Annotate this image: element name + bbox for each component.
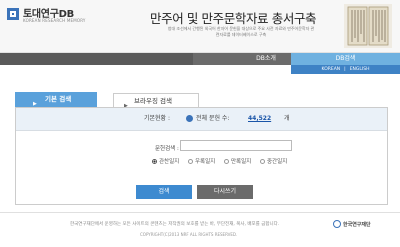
nav-left-strip (0, 53, 193, 65)
radio-dot-icon (152, 158, 157, 164)
nrf-logo-icon (333, 220, 341, 228)
radio-option[interactable]: 중간일지 (260, 157, 287, 165)
radio-dot-icon (224, 158, 229, 164)
footer-notice: 한국연구재단에서 운영하는 모든 사이트의 콘텐츠는 저작권의 보호를 받는 바… (70, 222, 280, 227)
tab-basic-label: 기본 검색 (45, 95, 72, 103)
radio-dot-icon (188, 158, 193, 164)
tab-browse-search[interactable]: ▶ 브라우징 검색 (113, 93, 199, 109)
nav-db-intro[interactable]: DB소개 (241, 53, 291, 65)
search-label: 문헌검색 : (155, 146, 179, 152)
radio-option[interactable]: 만록일지 (224, 157, 251, 165)
status-row: 기본현황 : 전체 문헌 수: 44,522 개 (16, 108, 387, 131)
tab-basic-search[interactable]: ▶ 기본 검색 (15, 92, 97, 107)
nrf-logo-text[interactable]: 한국연구재단 (343, 221, 371, 228)
status-label: 기본현황 : (144, 115, 171, 122)
site-title: 만주어 및 만주문학자료 총서구축 (150, 11, 317, 26)
nav-db-search[interactable]: DB검색 (291, 53, 400, 65)
language-bar: KOREAN | ENGLISH (291, 65, 400, 74)
reset-button[interactable]: 다시쓰기 (197, 185, 253, 199)
radio-label: 만록일지 (231, 159, 252, 165)
lang-english-link[interactable]: ENGLISH (348, 67, 372, 72)
tab-browse-label: 브라우징 검색 (134, 97, 172, 105)
logo-emblem-icon (7, 8, 19, 20)
lang-korean-link[interactable]: KOREAN (320, 67, 343, 72)
radio-label: 우록일지 (195, 159, 216, 165)
search-input[interactable] (180, 140, 292, 151)
radio-option[interactable]: 우록일지 (188, 157, 215, 165)
radio-dot-icon (260, 158, 265, 164)
site-header: 토대연구DB KOREAN RESEARCH MEMORY 만주어 및 만주문학… (0, 0, 400, 53)
radio-option[interactable]: 관찬일지 (152, 157, 179, 165)
main-nav: DB소개 DB검색 (0, 53, 400, 65)
site-description: 청대 조선에서 간행된 외국어 한자어 문헌을 대상으로 주요 사전 자료와 만… (167, 26, 315, 37)
status-count[interactable]: 44,522 (248, 108, 271, 130)
old-book-image (344, 4, 392, 48)
status-unit: 개 (284, 115, 290, 122)
info-dot-icon (186, 115, 193, 122)
logo-subtitle: KOREAN RESEARCH MEMORY (23, 18, 86, 23)
lang-separator: | (344, 67, 346, 72)
search-button[interactable]: 검색 (136, 185, 192, 199)
radio-label: 중간일지 (267, 159, 288, 165)
radio-label: 관찬일지 (159, 159, 180, 165)
status-total-label: 전체 문헌 수: (196, 115, 230, 122)
footer-copyright: COPYRIGHT(C)2013 NRF ALL RIGHTS RESERVED… (140, 232, 238, 237)
footer-divider (0, 212, 400, 213)
